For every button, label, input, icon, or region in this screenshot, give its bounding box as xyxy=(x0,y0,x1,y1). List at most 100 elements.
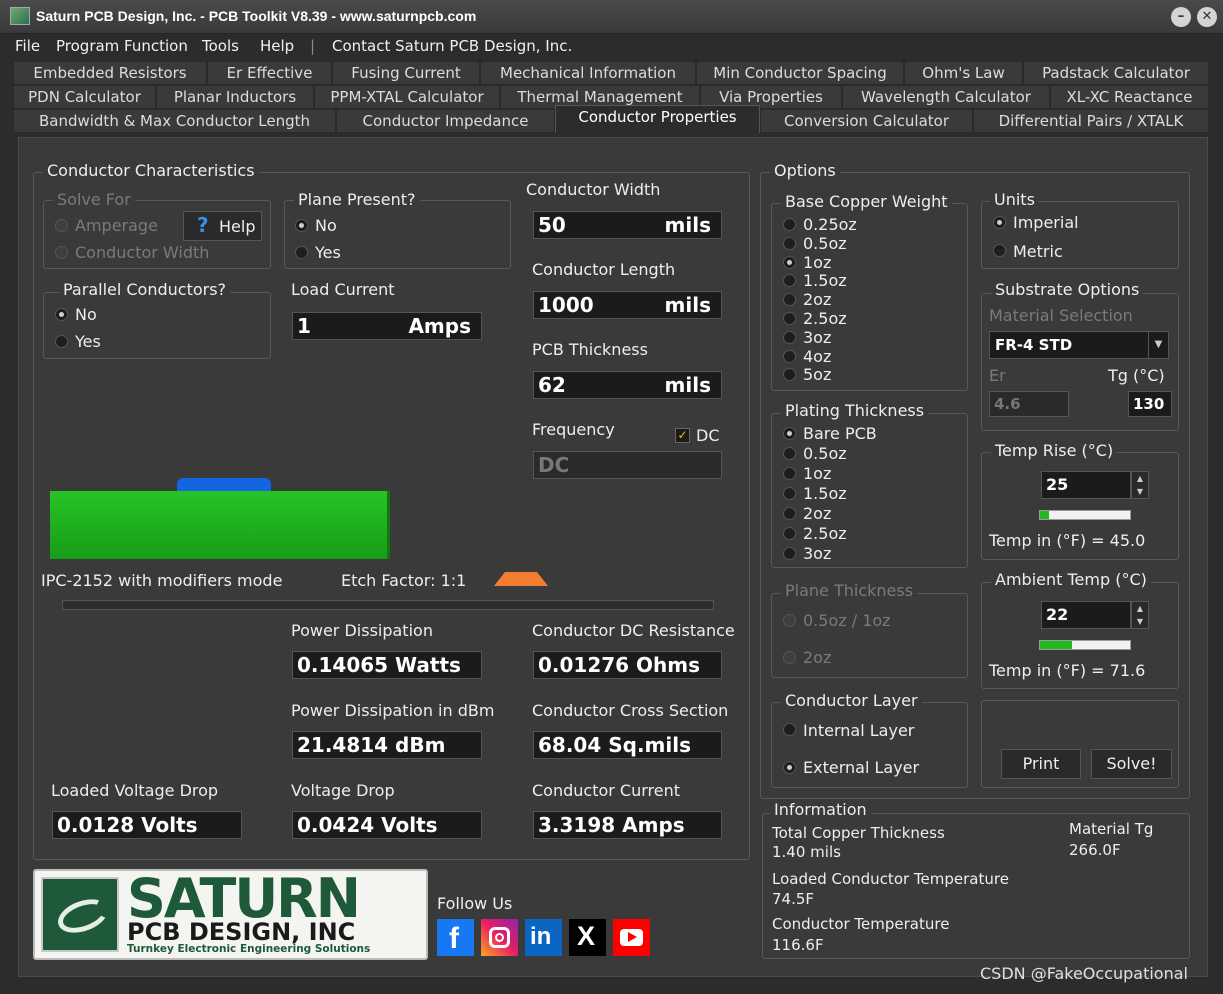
tab-bandwidth-max-conductor-length[interactable]: Bandwidth & Max Conductor Length xyxy=(13,109,336,133)
plane-thickness-radio-2[interactable] xyxy=(783,651,796,664)
x-icon[interactable]: X xyxy=(569,919,606,956)
ambient-field[interactable]: 22 xyxy=(1041,601,1131,629)
conductor-length-field[interactable]: 1000 mils xyxy=(533,291,722,319)
help-button[interactable]: ? Help xyxy=(183,211,262,241)
imperial-radio[interactable] xyxy=(993,216,1006,229)
plating-radio-3[interactable] xyxy=(783,487,796,500)
tab-embedded-resistors[interactable]: Embedded Resistors xyxy=(13,61,207,85)
tab-wavelength-calculator[interactable]: Wavelength Calculator xyxy=(842,85,1050,109)
tg-field[interactable]: 130 xyxy=(1128,391,1172,417)
spin-up-icon[interactable]: ▲ xyxy=(1132,602,1148,615)
minimize-button[interactable]: – xyxy=(1171,7,1191,27)
base-copper-radio-0[interactable] xyxy=(783,218,796,231)
solve-button[interactable]: Solve! xyxy=(1091,749,1172,779)
linkedin-icon[interactable]: in xyxy=(525,919,562,956)
spin-up-icon[interactable]: ▲ xyxy=(1132,472,1148,485)
er-field[interactable]: 4.6 xyxy=(989,391,1069,417)
internal-layer-radio[interactable] xyxy=(783,723,796,736)
base-copper-radio-6[interactable] xyxy=(783,330,796,344)
tab-row-3: Bandwidth & Max Conductor Length Conduct… xyxy=(10,105,1210,133)
plane-thickness-title: Plane Thickness xyxy=(781,581,918,600)
base-copper-radio-5[interactable] xyxy=(783,312,796,325)
plane-thickness-radio-1[interactable] xyxy=(783,614,796,627)
menu-contact[interactable]: Contact Saturn PCB Design, Inc. xyxy=(332,37,572,55)
parallel-yes-radio[interactable] xyxy=(55,335,68,348)
plating-label-2: 1oz xyxy=(803,464,832,483)
plane-yes-radio[interactable] xyxy=(295,246,308,259)
close-button[interactable]: ✕ xyxy=(1197,7,1217,27)
logo-tagline: Turnkey Electronic Engineering Solutions xyxy=(127,943,371,955)
temp-rise-level-bar xyxy=(1039,510,1131,520)
etch-factor-label: Etch Factor: 1:1 xyxy=(341,571,467,590)
plating-radio-6[interactable] xyxy=(783,547,796,560)
load-current-value: 1 xyxy=(297,314,311,338)
plane-no-radio[interactable] xyxy=(295,219,308,232)
temp-rise-spinner[interactable]: ▲ ▼ xyxy=(1131,471,1149,499)
tab-conversion-calculator[interactable]: Conversion Calculator xyxy=(760,109,973,133)
menu-tools[interactable]: Tools xyxy=(202,37,239,55)
temp-rise-field[interactable]: 25 xyxy=(1041,471,1131,499)
conductor-width-field[interactable]: 50 mils xyxy=(533,211,722,239)
menu-program-function[interactable]: Program Function xyxy=(56,37,188,55)
power-dbm-field: 21.4814 dBm xyxy=(292,731,482,759)
tab-ppm-xtal-calculator[interactable]: PPM-XTAL Calculator xyxy=(314,85,500,109)
metric-radio[interactable] xyxy=(993,244,1006,257)
power-dissipation-value: 0.14065 Watts xyxy=(297,653,461,677)
plating-label-0: Bare PCB xyxy=(803,424,877,443)
instagram-icon[interactable] xyxy=(481,919,518,956)
tab-min-conductor-spacing[interactable]: Min Conductor Spacing xyxy=(696,61,904,85)
solve-width-radio[interactable] xyxy=(55,246,68,259)
external-layer-radio[interactable] xyxy=(783,761,796,774)
parallel-conductors-title: Parallel Conductors? xyxy=(59,280,231,299)
cross-section-field: 68.04 Sq.mils xyxy=(533,731,722,759)
help-icon: ? xyxy=(197,213,209,237)
tab-conductor-properties[interactable]: Conductor Properties xyxy=(555,105,760,133)
plating-radio-4[interactable] xyxy=(783,507,796,520)
parallel-no-radio[interactable] xyxy=(55,308,68,321)
menu-help[interactable]: Help xyxy=(260,37,294,55)
saturn-logo[interactable]: SATURN PCB DESIGN, INC Turnkey Electroni… xyxy=(33,869,428,960)
tab-pdn-calculator[interactable]: PDN Calculator xyxy=(13,85,156,109)
print-button[interactable]: Print xyxy=(1001,749,1081,779)
plane-thickness-label-2: 2oz xyxy=(803,648,832,667)
base-copper-radio-7[interactable] xyxy=(783,349,796,363)
temp-rise-level-fill xyxy=(1040,511,1049,519)
tab-planar-inductors[interactable]: Planar Inductors xyxy=(156,85,314,109)
tab-mechanical-information[interactable]: Mechanical Information xyxy=(480,61,696,85)
load-current-field[interactable]: 1 Amps xyxy=(292,312,482,340)
facebook-icon[interactable]: f xyxy=(437,919,474,956)
tab-fusing-current[interactable]: Fusing Current xyxy=(332,61,480,85)
plating-radio-1[interactable] xyxy=(783,447,796,460)
tab-differential-pairs-xtalk[interactable]: Differential Pairs / XTALK xyxy=(973,109,1209,133)
plating-radio-0[interactable] xyxy=(783,427,796,440)
youtube-icon[interactable] xyxy=(613,919,650,956)
options-title: Options xyxy=(770,161,840,180)
solve-amperage-radio[interactable] xyxy=(55,219,68,232)
pcb-thickness-field[interactable]: 62 mils xyxy=(533,371,722,399)
base-copper-radio-1[interactable] xyxy=(783,236,796,250)
load-current-label: Load Current xyxy=(291,280,395,299)
tab-ohms-law[interactable]: Ohm's Law xyxy=(904,61,1023,85)
menu-bar: File Program Function Tools Help | Conta… xyxy=(0,34,1223,59)
copper-thickness-label: Total Copper Thickness xyxy=(772,824,945,842)
pcb-thickness-label: PCB Thickness xyxy=(532,340,648,359)
plating-radio-5[interactable] xyxy=(783,527,796,540)
spin-down-icon[interactable]: ▼ xyxy=(1132,485,1148,498)
ambient-spinner[interactable]: ▲ ▼ xyxy=(1131,601,1149,629)
base-copper-label-0: 0.25oz xyxy=(803,215,857,234)
frequency-label: Frequency xyxy=(532,420,615,439)
tab-conductor-impedance[interactable]: Conductor Impedance xyxy=(336,109,555,133)
plating-radio-2[interactable] xyxy=(783,467,796,480)
material-select[interactable]: FR-4 STD ▼ xyxy=(989,331,1169,359)
tab-xl-xc-reactance[interactable]: XL-XC Reactance xyxy=(1050,85,1209,109)
base-copper-radio-2[interactable] xyxy=(783,255,796,269)
menu-file[interactable]: File xyxy=(15,37,40,55)
frequency-field[interactable]: DC xyxy=(533,451,722,479)
base-copper-label-8: 5oz xyxy=(803,365,832,385)
conductor-current-value: 3.3198 Amps xyxy=(538,813,685,837)
tab-er-effective[interactable]: Er Effective xyxy=(207,61,332,85)
dc-resistance-value: 0.01276 Ohms xyxy=(538,653,701,677)
tab-padstack-calculator[interactable]: Padstack Calculator xyxy=(1023,61,1209,85)
spin-down-icon[interactable]: ▼ xyxy=(1132,615,1148,628)
dc-checkbox[interactable]: ✓ xyxy=(675,428,690,443)
